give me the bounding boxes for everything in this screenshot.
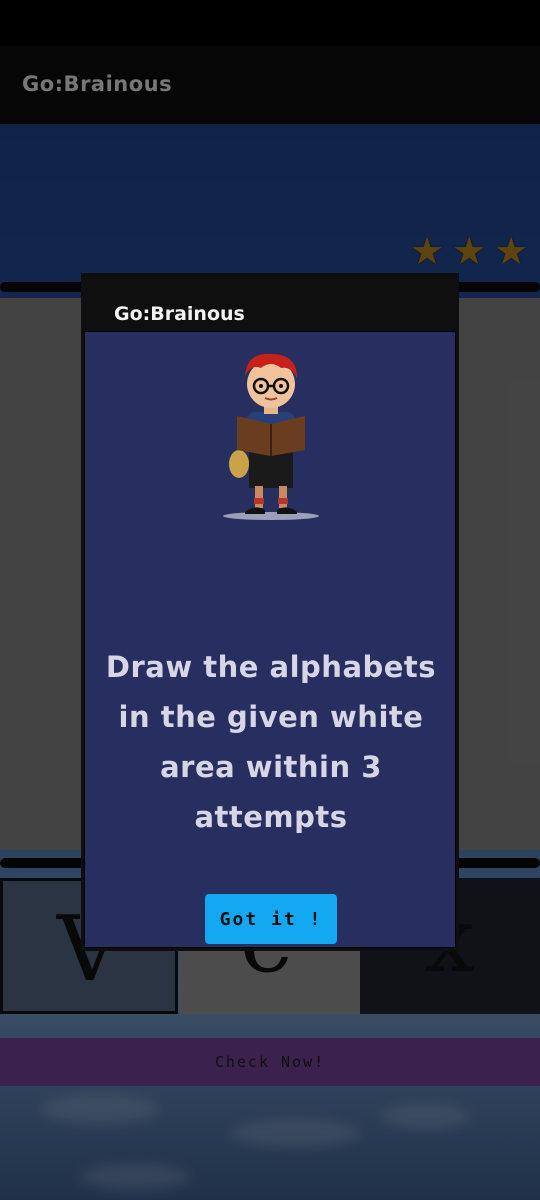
dialog-title: Go:Brainous: [114, 303, 245, 325]
instruction-dialog: Go:Brainous Draw the alphabets in the gi…: [81, 273, 459, 951]
dialog-message: Draw the alphabets in the given white ar…: [105, 650, 437, 834]
got-it-button[interactable]: Got it !: [205, 894, 337, 944]
dialog-body: Draw the alphabets in the given white ar…: [84, 331, 456, 948]
reading-boy-illustration: [223, 353, 319, 520]
